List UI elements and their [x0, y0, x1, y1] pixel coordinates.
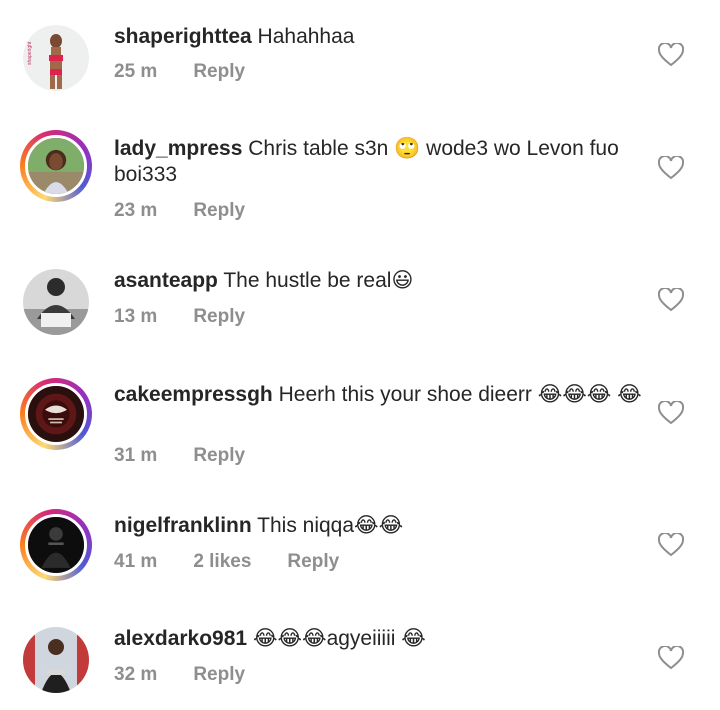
comment-text: nigelfranklinn This niqqa😂😂 [114, 513, 644, 539]
comment-time: 25 m [114, 61, 158, 82]
comment-username[interactable]: cakeempressgh [114, 383, 273, 406]
comment-text: cakeempressgh Heerh this your shoe dieer… [114, 382, 644, 408]
comment-username[interactable]: alexdarko981 [114, 627, 247, 650]
comment-text: asanteapp The hustle be real😃 [114, 268, 644, 294]
comment-time: 41 m [114, 551, 158, 572]
heart-outline-icon[interactable] [658, 43, 684, 67]
heart-outline-icon[interactable] [658, 533, 684, 557]
comment-username[interactable]: lady_mpress [114, 137, 242, 160]
comment-text: alexdarko981 😂😂😂agyeiiiii 😂 [114, 626, 644, 652]
svg-text:shaperight: shaperight [27, 41, 33, 65]
reply-button[interactable]: Reply [193, 61, 245, 83]
comment-time: 32 m [114, 664, 158, 685]
heart-outline-icon[interactable] [658, 288, 684, 312]
comment-username[interactable]: nigelfranklinn [114, 514, 252, 537]
comment-body: Heerh this your shoe dieerr 😂😂😂 😂 [278, 383, 642, 406]
reply-button[interactable]: Reply [193, 664, 245, 686]
comment-body: This niqqa😂😂 [257, 514, 404, 537]
comment-body: The hustle be real😃 [223, 269, 414, 292]
avatar[interactable] [20, 624, 92, 696]
comment-username[interactable]: asanteapp [114, 269, 218, 292]
heart-outline-icon[interactable] [658, 156, 684, 180]
reply-button[interactable]: Reply [287, 551, 339, 573]
reply-button[interactable]: Reply [193, 200, 245, 222]
comment-username[interactable]: shaperighttea [114, 25, 252, 48]
comment-time: 23 m [114, 200, 158, 221]
avatar[interactable] [20, 378, 92, 450]
reply-button[interactable]: Reply [193, 445, 245, 467]
reply-button[interactable]: Reply [193, 306, 245, 328]
comment-body: Hahahhaa [257, 25, 355, 48]
avatar[interactable] [20, 130, 92, 202]
comment-body: 😂😂😂agyeiiiii 😂 [252, 627, 426, 650]
comment-text: lady_mpress Chris table s3n 🙄 wode3 wo L… [114, 136, 644, 188]
comment-text: shaperighttea Hahahhaa [114, 24, 644, 50]
avatar[interactable] [20, 509, 92, 581]
comment-time: 31 m [114, 445, 158, 466]
comment-likes[interactable]: 2 likes [193, 551, 251, 573]
comment-time: 13 m [114, 306, 158, 327]
avatar[interactable]: shaperight [20, 22, 92, 94]
heart-outline-icon[interactable] [658, 646, 684, 670]
heart-outline-icon[interactable] [658, 401, 684, 425]
avatar[interactable] [20, 266, 92, 338]
